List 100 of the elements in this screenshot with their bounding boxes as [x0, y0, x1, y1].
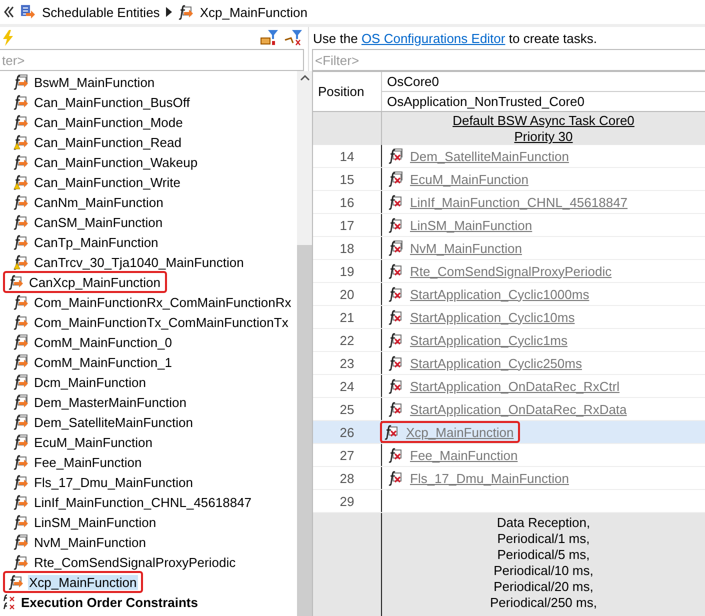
function-icon	[13, 514, 29, 530]
function-icon	[13, 154, 29, 170]
tree-item[interactable]: Can_MainFunction_Mode	[33, 114, 184, 130]
table-row[interactable]: 27 Fee_MainFunction	[313, 444, 705, 467]
list-icon	[20, 4, 36, 20]
function-icon	[13, 554, 29, 570]
filter-icon[interactable]	[284, 30, 302, 46]
function-icon	[388, 332, 404, 348]
position-cell-text: 26	[338, 424, 356, 442]
entity-link[interactable]: StartApplication_Cyclic250ms	[410, 356, 582, 370]
tree-item[interactable]: Can_MainFunction_Wakeup	[33, 154, 199, 170]
tree-item[interactable]: Com_MainFunctionRx_ComMainFunctionRx	[33, 294, 292, 310]
function-icon	[13, 474, 29, 490]
column-header: OsCore0	[381, 72, 705, 92]
function-stack-icon	[13, 374, 29, 390]
table-row[interactable]: 28 Fls_17_Dmu_MainFunction	[313, 467, 705, 490]
position-cell-text: 18	[338, 240, 356, 258]
tree-item[interactable]: ComM_MainFunction_1	[33, 354, 174, 370]
entity-link[interactable]: EcuM_MainFunction	[410, 172, 528, 186]
tree-item[interactable]: EcuM_MainFunction	[33, 434, 154, 450]
table-row[interactable]: 24 StartApplication_OnDataRec_RxCtrl	[313, 375, 705, 398]
position-cell-text: 15	[338, 170, 356, 188]
function-stack-icon	[13, 534, 29, 550]
breadcrumb-item[interactable]: Schedulable Entities	[42, 4, 160, 20]
function-icon	[388, 401, 404, 417]
function-icon	[13, 94, 29, 110]
task-name[interactable]: Default BSW Async Task Core0	[452, 113, 634, 129]
tree-item[interactable]: NvM_MainFunction	[33, 534, 147, 550]
table-row[interactable]: 26 Xcp_MainFunction	[313, 421, 705, 444]
table-row[interactable]: 20 StartApplication_Cyclic1000ms	[313, 283, 705, 306]
filter-icon[interactable]	[260, 30, 278, 46]
tree-item[interactable]: CanTrcv_30_Tja1040_MainFunction	[33, 254, 245, 270]
table-row[interactable]: 25 StartApplication_OnDataRec_RxData	[313, 398, 705, 421]
tree-section[interactable]: Execution Order Constraints	[21, 594, 198, 610]
position-cell-text: 25	[338, 400, 356, 418]
function-icon	[8, 274, 24, 290]
tree-item[interactable]: LinSM_MainFunction	[33, 514, 158, 530]
scrollbar[interactable]	[297, 71, 314, 616]
tree-item[interactable]: Fls_17_Dmu_MainFunction	[33, 474, 194, 490]
entity-link[interactable]: StartApplication_OnDataRec_RxCtrl	[410, 378, 620, 394]
function-icon	[13, 454, 29, 470]
breadcrumb-separator-icon	[166, 7, 172, 17]
tree-item[interactable]: CanXcp_MainFunction	[28, 274, 162, 290]
table-row[interactable]: 29	[313, 490, 705, 513]
tree-item[interactable]: CanSM_MainFunction	[33, 214, 164, 230]
entity-link[interactable]: Rte_ComSendSignalProxyPeriodic	[410, 264, 612, 278]
entity-link[interactable]: LinIf_MainFunction_CHNL_45618847	[410, 194, 628, 210]
editor-link[interactable]: OS Configurations Editor	[361, 30, 506, 46]
back-icon[interactable]	[4, 6, 14, 18]
tree-item[interactable]: Xcp_MainFunction	[28, 574, 138, 590]
entity-link[interactable]: StartApplication_OnDataRec_RxData	[410, 402, 627, 416]
function-icon	[388, 309, 404, 325]
function-icon	[388, 194, 404, 210]
entity-link[interactable]: LinSM_MainFunction	[410, 218, 532, 232]
task-priority[interactable]: Priority 30	[514, 129, 573, 145]
tree-item[interactable]: Com_MainFunctionTx_ComMainFunctionTx	[33, 314, 290, 330]
tree-item[interactable]: Dcm_MainFunction	[33, 374, 147, 390]
tree-item[interactable]: Rte_ComSendSignalProxyPeriodic	[33, 554, 237, 570]
function-icon	[388, 355, 404, 371]
tree-item[interactable]: Dem_SatelliteMainFunction	[33, 414, 194, 430]
entity-link[interactable]: Fls_17_Dmu_MainFunction	[410, 470, 569, 486]
table-row[interactable]: 19 Rte_ComSendSignalProxyPeriodic	[313, 260, 705, 283]
function-icon	[388, 447, 404, 463]
function-warning-icon	[13, 174, 29, 190]
function-stack-icon	[13, 414, 29, 430]
tree-item[interactable]: Can_MainFunction_BusOff	[33, 94, 191, 110]
table-row[interactable]: 16 LinIf_MainFunction_CHNL_45618847	[313, 191, 705, 214]
tree-item[interactable]: Fee_MainFunction	[33, 454, 143, 470]
entity-link[interactable]: Dem_SatelliteMainFunction	[410, 148, 569, 164]
table-row[interactable]: 21 StartApplication_Cyclic10ms	[313, 306, 705, 329]
table-row[interactable]: 17 LinSM_MainFunction	[313, 214, 705, 237]
table-row[interactable]: 14 Dem_SatelliteMainFunction	[313, 145, 705, 168]
tree-item[interactable]: BswM_MainFunction	[33, 74, 156, 90]
tree-item[interactable]: CanNm_MainFunction	[33, 194, 164, 210]
tree-item[interactable]: Can_MainFunction_Read	[33, 134, 182, 150]
entity-link[interactable]: Xcp_MainFunction	[406, 424, 514, 440]
entity-link[interactable]: NvM_MainFunction	[410, 240, 522, 256]
table-row[interactable]: 18 NvM_MainFunction	[313, 237, 705, 260]
tree-item[interactable]: LinIf_MainFunction_CHNL_45618847	[33, 494, 253, 510]
entity-link[interactable]: Fee_MainFunction	[410, 448, 518, 462]
function-icon	[8, 574, 24, 590]
entity-link[interactable]: StartApplication_Cyclic10ms	[410, 310, 575, 324]
tree-item[interactable]: CanTp_MainFunction	[33, 234, 160, 250]
breadcrumb-item[interactable]: Xcp_MainFunction	[200, 4, 308, 20]
table-row[interactable]: 22 StartApplication_Cyclic1ms	[313, 329, 705, 352]
position-cell-text: 27	[338, 446, 356, 464]
function-icon	[13, 194, 29, 210]
tree-item[interactable]: ComM_MainFunction_0	[33, 334, 174, 350]
tree-item[interactable]: Can_MainFunction_Write	[33, 174, 182, 190]
entity-link[interactable]: StartApplication_Cyclic1000ms	[410, 286, 590, 302]
function-icon	[388, 263, 404, 279]
entity-link[interactable]: StartApplication_Cyclic1ms	[410, 332, 568, 348]
event-text: Periodical/5 ms,	[497, 547, 590, 563]
event-text: Periodical/20 ms,	[494, 579, 594, 595]
tree-item[interactable]: Dem_MasterMainFunction	[33, 394, 188, 410]
table-row[interactable]: 15 EcuM_MainFunction	[313, 168, 705, 191]
position-cell-text: 24	[338, 378, 356, 396]
position-cell-text: 22	[338, 332, 356, 350]
position-cell-text: 23	[338, 354, 356, 372]
table-row[interactable]: 23 StartApplication_Cyclic250ms	[313, 352, 705, 375]
